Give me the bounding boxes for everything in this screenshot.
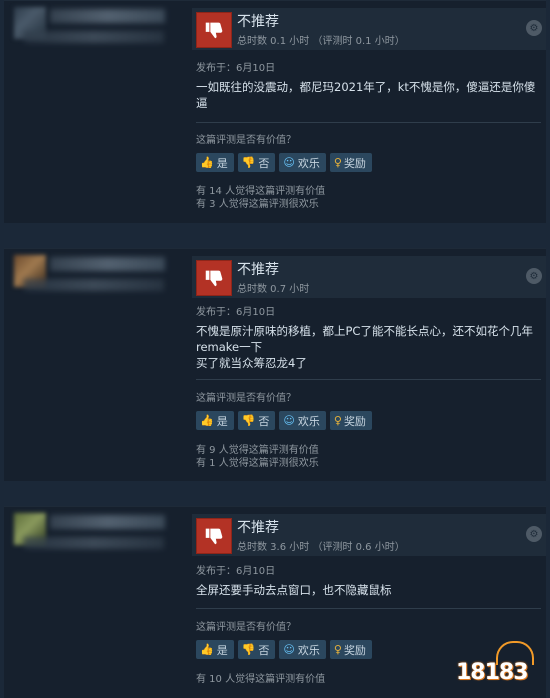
posted-date: 发布于：6月10日 [196,566,276,577]
thumbs-down-icon [196,12,232,48]
review-line: 全屏还要手动去点窗口，也不隐藏鼠标 [196,583,392,597]
author-meta-blurred [24,537,164,549]
divider [196,122,541,123]
playtime: 总时数 3.6 小时 （评测时 0.6 小时） [237,542,405,553]
review-verdict: 不推荐 [237,14,279,30]
posted-date: 发布于：6月10日 [196,63,276,74]
playtime: 总时数 0.1 小时 （评测时 0.1 小时） [237,36,405,47]
vote-funny-button[interactable]: ☺ 欢乐 [279,640,326,659]
thumbs-down-icon [196,260,232,296]
vote-funny-button[interactable]: ☺ 欢乐 [279,411,326,430]
vote-yes-button[interactable]: 👍 是 [196,640,234,659]
thumbs-down-icon [196,518,232,554]
divider [196,379,541,380]
award-icon: ♀ [333,643,342,656]
author-name-blurred [50,515,165,529]
award-button[interactable]: ♀ 奖励 [329,640,372,659]
helpful-question: 这篇评测是否有价值？ [196,135,296,146]
review-line: 买了就当众筹忍龙4了 [196,356,307,370]
review-header[interactable]: 不推荐 总时数 3.6 小时 （评测时 0.6 小时） ⚙ [192,514,546,556]
steam-icon: ⚙ [526,268,542,284]
vote-no-button[interactable]: 👎 否 [237,153,276,172]
thumbs-down-small-icon: 👎 [241,643,256,656]
review-body: 全屏还要手动去点窗口，也不隐藏鼠标 [196,582,541,598]
steam-icon: ⚙ [526,526,542,542]
vote-funny-button[interactable]: ☺ 欢乐 [279,153,326,172]
review-verdict: 不推荐 [237,520,279,536]
author-name-blurred [50,9,165,23]
review-line: 逼 [196,96,208,110]
thumbs-up-icon: 👍 [200,643,214,656]
review-card: 不推荐 总时数 0.1 小时 （评测时 0.1 小时） ⚙ 发布于：6月10日 … [4,0,546,223]
vote-no-button[interactable]: 👎 否 [237,640,276,659]
review-line: 一如既往的没震动，都尼玛2021年了，kt不愧是你，傻逼还是你傻 [196,80,536,94]
thumbs-down-small-icon: 👎 [241,414,256,427]
author-info[interactable] [10,511,180,561]
vote-buttons: 👍 是 👎 否 ☺ 欢乐 ♀ 奖励 [196,640,372,659]
vote-yes-button[interactable]: 👍 是 [196,411,234,430]
review-line: 不愧是原汁原味的移植，都上PC了能不能长点心，还不如花个几年 [196,324,533,338]
vote-buttons: 👍 是 👎 否 ☺ 欢乐 ♀ 奖励 [196,411,372,430]
review-card: 不推荐 总时数 0.7 小时 ⚙ 发布于：6月10日 不愧是原汁原味的移植，都上… [4,248,546,481]
award-icon: ♀ [333,414,342,427]
helpful-question: 这篇评测是否有价值？ [196,393,296,404]
thumbs-up-icon: 👍 [200,414,214,427]
helpful-question: 这篇评测是否有价值？ [196,622,296,633]
vote-no-button[interactable]: 👎 否 [237,411,276,430]
playtime: 总时数 0.7 小时 [237,284,310,295]
smiley-icon: ☺ [283,643,295,656]
author-meta-blurred [24,279,164,291]
posted-date: 发布于：6月10日 [196,307,276,318]
steam-icon: ⚙ [526,20,542,36]
author-name-blurred [50,257,165,271]
vote-yes-button[interactable]: 👍 是 [196,153,234,172]
award-button[interactable]: ♀ 奖励 [329,411,372,430]
watermark-text: 18183 [456,660,529,685]
vote-buttons: 👍 是 👎 否 ☺ 欢乐 ♀ 奖励 [196,153,372,172]
review-body: 一如既往的没震动，都尼玛2021年了，kt不愧是你，傻逼还是你傻 逼 [196,79,541,111]
author-info[interactable] [10,253,180,303]
author-info[interactable] [10,5,180,55]
review-header[interactable]: 不推荐 总时数 0.1 小时 （评测时 0.1 小时） ⚙ [192,8,546,50]
thumbs-down-small-icon: 👎 [241,156,256,169]
award-icon: ♀ [333,156,342,169]
review-header[interactable]: 不推荐 总时数 0.7 小时 ⚙ [192,256,546,298]
review-verdict: 不推荐 [237,262,279,278]
review-body: 不愧是原汁原味的移植，都上PC了能不能长点心，还不如花个几年 remake一下 … [196,323,541,371]
watermark-logo: 18183 [454,637,544,693]
review-line: remake一下 [196,340,263,354]
vote-summary: 有 10 人觉得这篇评测有价值 [196,674,326,685]
smiley-icon: ☺ [283,414,295,427]
author-meta-blurred [24,31,164,43]
vote-summary: 有 14 人觉得这篇评测有价值 有 3 人觉得这篇评测很欢乐 [196,186,326,210]
thumbs-up-icon: 👍 [200,156,214,169]
divider [196,608,541,609]
smiley-icon: ☺ [283,156,295,169]
vote-summary: 有 9 人觉得这篇评测有价值 有 1 人觉得这篇评测很欢乐 [196,445,319,469]
award-button[interactable]: ♀ 奖励 [329,153,372,172]
